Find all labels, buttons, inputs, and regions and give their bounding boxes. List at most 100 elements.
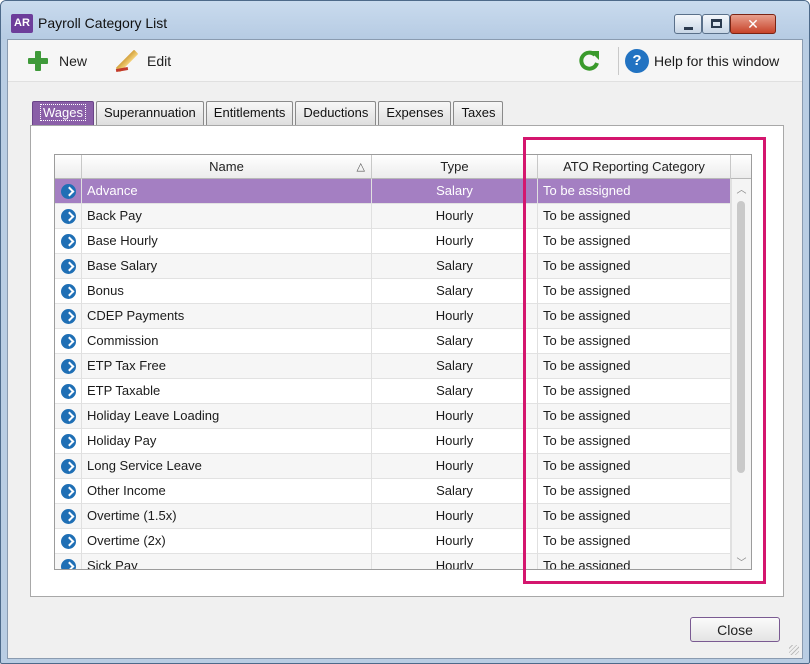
payroll-category-window: AR Payroll Category List ✕ New Edit ? He… [0, 0, 810, 664]
table-row[interactable]: Base Salary Salary To be assigned [55, 254, 731, 279]
table-row[interactable]: Advance Salary To be assigned [55, 179, 731, 204]
row-icon-cell [55, 454, 82, 479]
toolbar: New Edit ? Help for this window [8, 40, 802, 82]
column-header-name[interactable]: Name △ [82, 155, 372, 179]
row-ato-category: To be assigned [538, 404, 731, 429]
help-label: Help for this window [654, 53, 780, 69]
table-row[interactable]: Other Income Salary To be assigned [55, 479, 731, 504]
column-header-type[interactable]: Type [372, 155, 538, 179]
row-type: Hourly [372, 454, 538, 479]
tab-panel: Name △ Type ATO Reporting Category Advan… [30, 125, 784, 597]
arrow-right-icon[interactable] [61, 359, 76, 374]
tab-entitlements[interactable]: Entitlements [205, 101, 294, 125]
tab-expenses[interactable]: Expenses [378, 101, 452, 125]
maximize-icon [711, 19, 722, 28]
row-ato-category: To be assigned [538, 329, 731, 354]
grid-rows: Advance Salary To be assigned Back Pay Hourl… [55, 179, 731, 569]
arrow-right-icon[interactable] [61, 284, 76, 299]
table-row[interactable]: Holiday Leave Loading Hourly To be assigne… [55, 404, 731, 429]
table-row[interactable]: Sick Pay Hourly To be assigned [55, 554, 731, 569]
table-row[interactable]: Commission Salary To be assigned [55, 329, 731, 354]
tab-superannuation[interactable]: Superannuation [95, 101, 204, 125]
row-name: Overtime (2x) [82, 529, 372, 554]
row-ato-category: To be assigned [538, 229, 731, 254]
resize-grip-icon[interactable] [789, 645, 799, 655]
row-ato-category: To be assigned [538, 204, 731, 229]
row-ato-category: To be assigned [538, 179, 731, 204]
tab-deductions[interactable]: Deductions [295, 101, 377, 125]
arrow-right-icon[interactable] [61, 384, 76, 399]
row-name: Holiday Leave Loading [82, 404, 372, 429]
payroll-category-grid: Name △ Type ATO Reporting Category Advan… [54, 154, 752, 570]
category-tabs: Wages Superannuation Entitlements Deduct… [32, 101, 505, 125]
arrow-right-icon[interactable] [61, 534, 76, 549]
arrow-right-icon[interactable] [61, 184, 76, 199]
row-type: Salary [372, 354, 538, 379]
table-row[interactable]: Back Pay Hourly To be assigned [55, 204, 731, 229]
row-name: Base Salary [82, 254, 372, 279]
row-icon-cell [55, 229, 82, 254]
edit-button[interactable]: Edit [114, 49, 171, 73]
row-ato-category: To be assigned [538, 479, 731, 504]
row-ato-category: To be assigned [538, 529, 731, 554]
table-row[interactable]: Base Hourly Hourly To be assigned [55, 229, 731, 254]
arrow-right-icon[interactable] [61, 334, 76, 349]
scroll-thumb[interactable] [737, 201, 745, 473]
row-type: Salary [372, 379, 538, 404]
refresh-icon[interactable] [576, 48, 602, 74]
title-bar: AR Payroll Category List ✕ [1, 1, 809, 39]
table-row[interactable]: Bonus Salary To be assigned [55, 279, 731, 304]
header-icon-column [55, 155, 82, 179]
arrow-right-icon[interactable] [61, 234, 76, 249]
app-badge-icon: AR [11, 14, 33, 33]
help-button[interactable]: ? Help for this window [625, 48, 779, 74]
table-row[interactable]: Overtime (2x) Hourly To be assigned [55, 529, 731, 554]
row-icon-cell [55, 204, 82, 229]
row-name: ETP Taxable [82, 379, 372, 404]
scroll-down-icon[interactable]: ﹀ [732, 554, 751, 569]
table-row[interactable]: Long Service Leave Hourly To be assigned [55, 454, 731, 479]
row-type: Salary [372, 329, 538, 354]
row-type: Salary [372, 479, 538, 504]
close-icon: ✕ [747, 16, 759, 32]
table-row[interactable]: Overtime (1.5x) Hourly To be assigned [55, 504, 731, 529]
minimize-button[interactable] [674, 14, 702, 34]
minimize-icon [684, 27, 693, 30]
new-button[interactable]: New [26, 49, 87, 73]
row-icon-cell [55, 304, 82, 329]
row-name: Back Pay [82, 204, 372, 229]
arrow-right-icon[interactable] [61, 209, 76, 224]
arrow-right-icon[interactable] [61, 459, 76, 474]
arrow-right-icon[interactable] [61, 434, 76, 449]
row-icon-cell [55, 379, 82, 404]
tab-taxes[interactable]: Taxes [453, 101, 504, 125]
close-button[interactable]: Close [690, 617, 780, 642]
column-header-ato-reporting-category[interactable]: ATO Reporting Category [538, 155, 731, 179]
arrow-right-icon[interactable] [61, 309, 76, 324]
close-window-button[interactable]: ✕ [730, 14, 776, 34]
arrow-right-icon[interactable] [61, 484, 76, 499]
row-icon-cell [55, 504, 82, 529]
table-row[interactable]: ETP Tax Free Salary To be assigned [55, 354, 731, 379]
row-ato-category: To be assigned [538, 429, 731, 454]
edit-label: Edit [147, 53, 172, 69]
sort-ascending-icon: △ [356, 161, 365, 173]
row-type: Hourly [372, 554, 538, 569]
vertical-scrollbar[interactable]: ︿ ﹀ [731, 179, 751, 569]
scroll-up-icon[interactable]: ︿ [732, 181, 751, 196]
arrow-right-icon[interactable] [61, 509, 76, 524]
table-row[interactable]: Holiday Pay Hourly To be assigned [55, 429, 731, 454]
row-icon-cell [55, 179, 82, 204]
row-type: Salary [372, 179, 538, 204]
row-type: Hourly [372, 429, 538, 454]
table-row[interactable]: ETP Taxable Salary To be assigned [55, 379, 731, 404]
arrow-right-icon[interactable] [61, 559, 76, 569]
row-type: Hourly [372, 504, 538, 529]
maximize-button[interactable] [702, 14, 730, 34]
row-name: ETP Tax Free [82, 354, 372, 379]
tab-wages[interactable]: Wages [32, 101, 94, 125]
table-row[interactable]: CDEP Payments Hourly To be assigned [55, 304, 731, 329]
row-icon-cell [55, 354, 82, 379]
arrow-right-icon[interactable] [61, 409, 76, 424]
arrow-right-icon[interactable] [61, 259, 76, 274]
